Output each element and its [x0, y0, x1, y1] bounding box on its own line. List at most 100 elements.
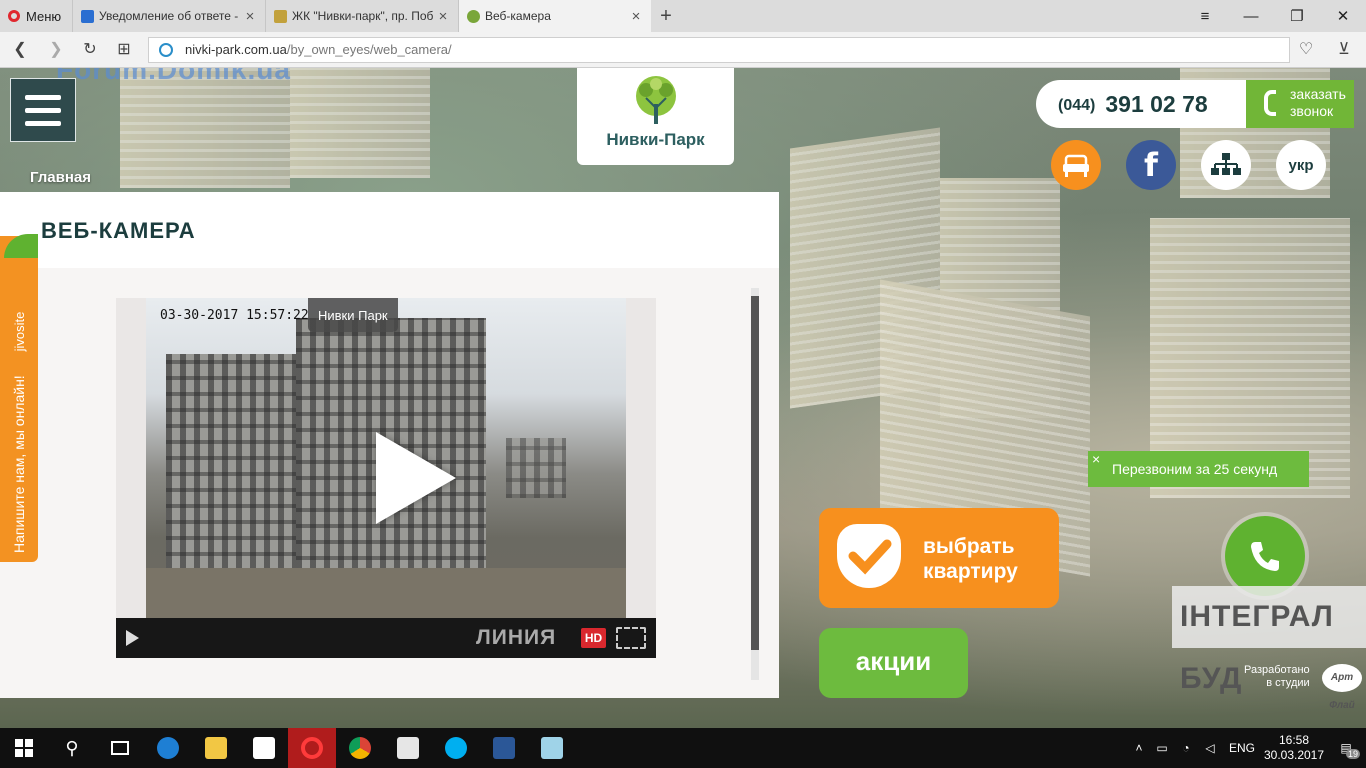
browser-tab-bar: Меню Уведомление об ответе - × ЖК "Нивки…	[0, 0, 1366, 32]
url-field[interactable]: nivki-park.com.ua/by_own_eyes/web_camera…	[148, 37, 1290, 63]
apartment-button[interactable]	[1051, 140, 1101, 190]
bookmark-heart-icon[interactable]: ♡	[1296, 40, 1316, 60]
close-tab-icon[interactable]: ×	[629, 8, 643, 25]
developer-credit-line2: в студии	[1266, 677, 1310, 689]
tab-menu-icon[interactable]: ≡	[1182, 0, 1228, 32]
language-switch-button[interactable]: укр	[1276, 140, 1326, 190]
opera-menu-label: Меню	[26, 8, 62, 24]
skype-icon[interactable]	[432, 728, 480, 768]
restore-icon[interactable]: ❐	[1274, 0, 1320, 32]
developer-credit: Разработано в студии	[1244, 664, 1310, 690]
new-tab-icon[interactable]: +	[651, 0, 681, 32]
sitemap-icon	[1211, 153, 1241, 175]
site-logo[interactable]: Нивки-Парк	[577, 68, 734, 165]
webcam-player[interactable]: 03-30-2017 15:57:22 Нивки Парк ЛИНИЯ HD	[116, 298, 656, 658]
play-video-icon[interactable]	[376, 432, 456, 524]
construction-tower	[166, 354, 306, 604]
callback-label-line1: заказать	[1290, 86, 1346, 102]
language-indicator[interactable]: ENG	[1222, 741, 1262, 755]
speed-dial-icon[interactable]: ⊞	[114, 40, 134, 60]
tree-favicon-icon	[467, 9, 480, 23]
webcam-feed[interactable]: 03-30-2017 15:57:22	[146, 298, 626, 618]
close-tab-icon[interactable]: ×	[436, 8, 450, 25]
info-favicon-icon	[81, 9, 94, 23]
menu-hamburger-button[interactable]	[10, 78, 76, 142]
call-widget-button[interactable]	[1225, 516, 1305, 596]
close-window-icon[interactable]: ✕	[1320, 0, 1366, 32]
hamburger-bar	[25, 94, 61, 100]
network-icon[interactable]: ◔	[1174, 741, 1198, 755]
camera-name-label: Нивки Парк	[308, 298, 398, 332]
opera-logo-icon	[8, 10, 20, 22]
close-tab-icon[interactable]: ×	[243, 8, 257, 25]
windows-start-button[interactable]	[0, 728, 48, 768]
volume-icon[interactable]: ◁	[1198, 741, 1222, 755]
distant-building	[506, 438, 566, 498]
reload-icon[interactable]: ↻	[80, 40, 100, 60]
url-path: /by_own_eyes/web_camera/	[286, 42, 452, 57]
close-notice-icon[interactable]: ×	[1092, 441, 1100, 477]
order-call-button[interactable]: заказать звонок	[1246, 80, 1354, 128]
connection-icon	[159, 43, 173, 57]
player-controls: ЛИНИЯ HD	[116, 618, 656, 658]
fullscreen-icon[interactable]	[616, 627, 646, 649]
promotions-button[interactable]: акции	[819, 628, 968, 698]
sitemap-button[interactable]	[1201, 140, 1251, 190]
forum-watermark: Forum.Domik.ua	[56, 68, 291, 85]
tab-title: Веб-камера	[485, 9, 551, 23]
action-center-icon[interactable]: ▤ 19	[1326, 741, 1366, 759]
content-panel: ВЕБ-КАМЕРА 03-30-2017 15:57:22 Нивки Пар…	[0, 192, 779, 698]
panel-scrollbar[interactable]	[751, 288, 759, 680]
jivosite-chat-tab[interactable]: Напишите нам, мы онлайн! jivosite	[0, 234, 38, 562]
clock-time: 16:58	[1278, 733, 1310, 747]
background-building	[290, 68, 430, 178]
clock[interactable]: 16:58 30.03.2017	[1262, 733, 1326, 763]
windows-taskbar: ⚲ ˄ ▭ ◔ ◁ ENG 16:58 30.03.2017 ▤ 19	[0, 728, 1366, 768]
page-title: ВЕБ-КАМЕРА	[41, 218, 196, 243]
calculator-icon[interactable]	[384, 728, 432, 768]
callback-notice[interactable]: × Перезвоним за 25 секунд	[1088, 451, 1309, 487]
hd-toggle-button[interactable]: HD	[581, 628, 606, 648]
facebook-icon[interactable]: f	[1126, 140, 1176, 190]
address-bar-row: ❮ ❯ ↻ ⊞ nivki-park.com.ua/by_own_eyes/we…	[0, 32, 1366, 68]
scrollbar-thumb[interactable]	[751, 296, 759, 650]
armchair-icon	[1063, 154, 1089, 177]
tab-webcam[interactable]: Веб-камера ×	[458, 0, 651, 32]
chrome-icon[interactable]	[336, 728, 384, 768]
opera-taskbar-icon[interactable]	[288, 728, 336, 768]
minimize-icon[interactable]: —	[1228, 0, 1274, 32]
phone-digits: 391 02 78	[1105, 90, 1208, 117]
play-icon[interactable]	[126, 630, 139, 646]
jivosite-brand: jivosite	[12, 311, 27, 352]
opera-menu-button[interactable]: Меню	[0, 0, 72, 32]
studio-logo[interactable]: Арт Флай	[1322, 664, 1362, 711]
file-explorer-icon[interactable]	[192, 728, 240, 768]
camera-timestamp: 03-30-2017 15:57:22	[160, 308, 309, 323]
store-icon[interactable]	[240, 728, 288, 768]
edge-icon[interactable]	[144, 728, 192, 768]
notes-app-icon[interactable]	[528, 728, 576, 768]
windows-logo-icon	[15, 739, 33, 757]
phone-number[interactable]: (044) 391 02 78	[1036, 80, 1246, 128]
web-page: Forum.Domik.ua Главная Нивки-Парк (044) …	[0, 68, 1366, 728]
search-icon[interactable]: ⚲	[48, 728, 96, 768]
breadcrumb-home-link[interactable]: Главная	[30, 169, 91, 186]
forward-icon[interactable]: ❯	[46, 40, 66, 60]
download-icon[interactable]: ⊻	[1334, 40, 1354, 60]
choose-label-line2: квартиру	[923, 560, 1018, 583]
word-icon[interactable]	[480, 728, 528, 768]
url-host: nivki-park.com.ua	[185, 42, 287, 57]
choose-apartment-button[interactable]: выбрать квартиру	[819, 508, 1059, 608]
heart-check-icon	[837, 524, 901, 588]
task-view-icon[interactable]	[96, 728, 144, 768]
integral-bud-logo[interactable]: ІНТЕГРАЛ БУД	[1172, 586, 1366, 695]
clock-date: 30.03.2017	[1263, 748, 1325, 762]
back-icon[interactable]: ❮	[10, 40, 30, 60]
battery-icon[interactable]: ▭	[1150, 741, 1174, 755]
tab-forum[interactable]: ЖК "Нивки-парк", пр. Поб ×	[265, 0, 458, 32]
tab-notification[interactable]: Уведомление об ответе - ×	[72, 0, 265, 32]
choose-label-line1: выбрать	[923, 535, 1015, 558]
jivosite-label: Напишите нам, мы онлайн! jivosite	[11, 235, 27, 553]
tray-expand-icon[interactable]: ˄	[1128, 741, 1150, 755]
phone-area-code: (044)	[1058, 97, 1096, 114]
